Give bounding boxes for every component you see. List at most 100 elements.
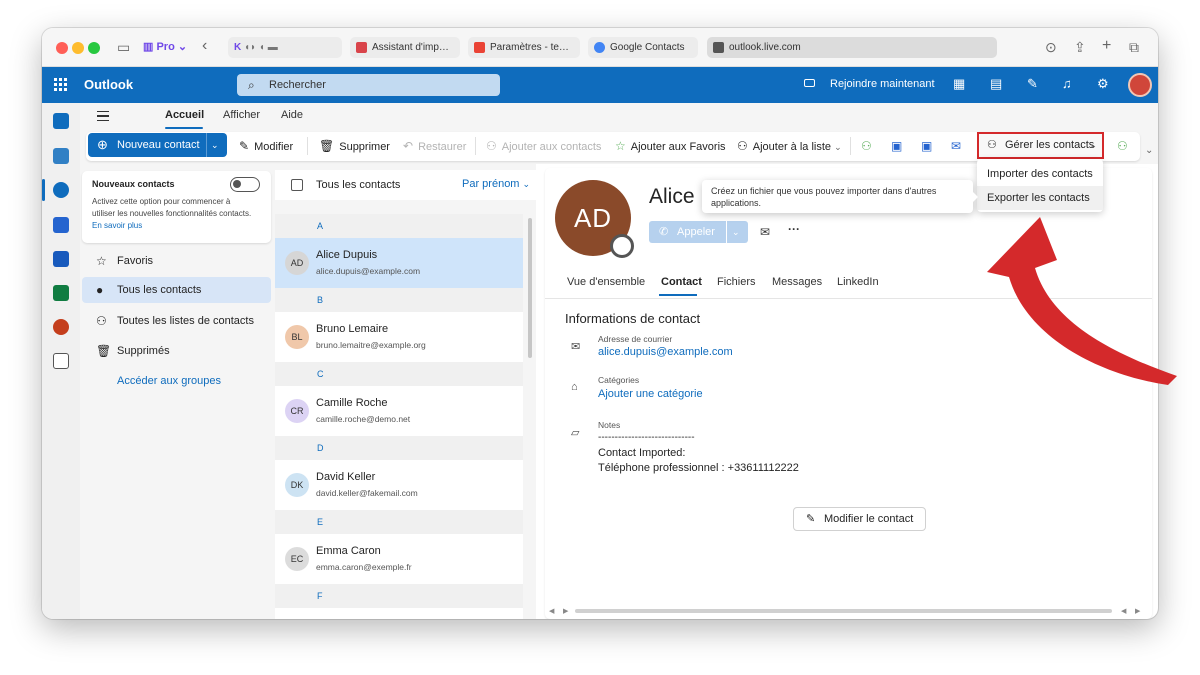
select-all-checkbox[interactable]: [291, 179, 303, 191]
excel-app-icon[interactable]: [53, 285, 69, 301]
groups-link[interactable]: Accéder aux groupes: [117, 375, 221, 387]
scroll-right-icon[interactable]: ▶: [563, 607, 568, 615]
edit-contact-button[interactable]: ✎ Modifier le contact: [793, 507, 926, 531]
add-to-contacts-button[interactable]: ⚇ Ajouter aux contacts: [486, 139, 601, 154]
join-meeting-button[interactable]: Rejoindre maintenant: [830, 78, 935, 90]
list-scrollbar[interactable]: [528, 218, 532, 358]
more-apps-icon[interactable]: [53, 353, 69, 369]
letter-header: D: [275, 436, 523, 460]
contact-row[interactable]: DK David Keller david.keller@fakemail.co…: [275, 460, 523, 510]
share-icon[interactable]: ⇪: [1074, 40, 1086, 54]
contact-row[interactable]: BL Bruno Lemaire bruno.lemaitre@example.…: [275, 312, 523, 362]
more-options-icon[interactable]: ···: [788, 222, 800, 236]
chevron-down-icon[interactable]: ⌄: [732, 221, 740, 243]
tab-files[interactable]: Fichiers: [717, 276, 756, 288]
new-contacts-toggle[interactable]: [230, 177, 260, 192]
tab-afficher[interactable]: Afficher: [223, 109, 260, 121]
app-launcher-icon[interactable]: [54, 78, 67, 91]
letter-header: C: [275, 362, 523, 386]
contact-row[interactable]: EC Emma Caron emma.caron@exemple.fr: [275, 534, 523, 584]
add-category-link[interactable]: Ajouter une catégorie: [598, 388, 703, 400]
user-avatar[interactable]: [1128, 73, 1152, 97]
people-action-icon[interactable]: ⚇: [1117, 139, 1128, 153]
divider: [850, 137, 851, 155]
tab-accueil[interactable]: Accueil: [165, 109, 204, 121]
contact-name: Alice Dupuis: [316, 249, 378, 261]
contact-action-icon[interactable]: ⚇: [861, 139, 872, 153]
feedback-icon[interactable]: ✎: [1027, 77, 1038, 91]
calendar-app-icon[interactable]: [53, 148, 69, 164]
scroll-left-icon[interactable]: ◀: [1121, 607, 1126, 615]
card-description: Activez cette option pour commencer à ut…: [92, 197, 252, 230]
menu-item-export[interactable]: Exporter les contacts: [977, 186, 1103, 210]
search-input[interactable]: ⌕ Rechercher: [237, 74, 500, 96]
menu-icon[interactable]: [97, 111, 109, 121]
chevron-down-icon[interactable]: ⌄: [211, 133, 219, 157]
sort-dropdown[interactable]: Par prénom ⌄: [462, 178, 530, 190]
tab-overview-icon[interactable]: ⧉: [1129, 40, 1139, 54]
contact-row[interactable]: CR Camille Roche camille.roche@demo.net: [275, 386, 523, 436]
word-app-icon[interactable]: [53, 251, 69, 267]
scroll-right-icon[interactable]: ▶: [1135, 607, 1140, 615]
tab-pinned[interactable]: K ◖◗ ◖ ▬: [228, 37, 342, 58]
tab-messages[interactable]: Messages: [772, 276, 822, 288]
learn-more-link[interactable]: En savoir plus: [92, 221, 142, 230]
manage-contacts-button[interactable]: ⚇ Gérer les contacts ⌄: [977, 132, 1104, 159]
ribbon-expand-icon[interactable]: ⌄: [1145, 144, 1153, 158]
mail-icon[interactable]: ✉: [760, 225, 770, 239]
notification-icon[interactable]: ♫: [1062, 77, 1072, 91]
close-window-button[interactable]: [56, 42, 68, 54]
add-to-list-button[interactable]: ⚇ Ajouter à la liste ⌄: [737, 139, 842, 154]
maximize-window-button[interactable]: [88, 42, 100, 54]
minimize-window-button[interactable]: [72, 42, 84, 54]
contact-email: emma.caron@exemple.fr: [316, 562, 412, 572]
tab-contact[interactable]: Contact: [661, 276, 702, 288]
sidebar-toggle-icon[interactable]: ▭: [117, 40, 130, 54]
new-tab-icon[interactable]: +: [1102, 38, 1111, 54]
tab-google-contacts[interactable]: Google Contacts: [588, 37, 698, 58]
todo-app-icon[interactable]: [53, 217, 69, 233]
list-title: Tous les contacts: [316, 179, 401, 191]
mail-app-icon[interactable]: [53, 113, 69, 129]
edit-button[interactable]: ✎ Modifier: [239, 139, 293, 154]
email-link[interactable]: alice.dupuis@example.com: [598, 346, 733, 358]
manage-contacts-menu: Importer des contacts Exporter les conta…: [977, 159, 1103, 212]
contact-card-icon[interactable]: ▣: [891, 139, 902, 153]
tab-linkedin[interactable]: LinkedIn: [837, 276, 879, 288]
call-button[interactable]: ✆ Appeler ⌄: [649, 221, 748, 243]
tab-parametres[interactable]: Paramètres - te…: [468, 37, 580, 58]
section-title: Informations de contact: [565, 311, 701, 326]
powerpoint-app-icon[interactable]: [53, 319, 69, 335]
tab-outlook[interactable]: outlook.live.com: [707, 37, 997, 58]
new-contact-button[interactable]: ⊕ Nouveau contact ⌄: [88, 133, 227, 157]
delete-button[interactable]: 🗑 Supprimer: [319, 139, 390, 154]
horizontal-scrollbar[interactable]: [575, 609, 1112, 613]
menu-item-import[interactable]: Importer des contacts: [977, 162, 1103, 186]
manage-people-icon: ⚇: [987, 139, 997, 151]
tab-overview[interactable]: Vue d'ensemble: [567, 276, 645, 288]
nav-item-supprimes[interactable]: 🗑 Supprimés: [82, 338, 271, 364]
contact-row[interactable]: [275, 608, 523, 619]
add-to-favorites-button[interactable]: ☆ Ajouter aux Favoris: [615, 139, 726, 154]
nav-item-favoris[interactable]: ☆ Favoris: [82, 248, 271, 274]
profile-pro-badge[interactable]: ▥ Pro ⌄: [143, 40, 187, 53]
office-icon[interactable]: ▤: [990, 77, 1002, 91]
contact-mail-icon[interactable]: ✉: [951, 139, 961, 153]
tab-aide[interactable]: Aide: [281, 109, 303, 121]
download-icon[interactable]: ⊙: [1045, 40, 1057, 54]
nav-item-listes[interactable]: ⚇ Toutes les listes de contacts: [82, 308, 271, 334]
restore-button[interactable]: ↶ Restaurer: [403, 139, 466, 154]
scroll-left-icon[interactable]: ◀: [549, 607, 554, 615]
app-name: Outlook: [84, 77, 134, 92]
teams-icon[interactable]: ▦: [953, 77, 965, 91]
trash-icon: 🗑: [96, 344, 112, 358]
settings-icon[interactable]: ⚙: [1097, 77, 1109, 91]
people-app-icon[interactable]: [53, 182, 69, 198]
contact-row[interactable]: AD Alice Dupuis alice.dupuis@example.com: [275, 238, 523, 288]
app-rail: [42, 103, 80, 619]
contact-sync-icon[interactable]: ▣: [921, 139, 932, 153]
nav-item-tous-les-contacts[interactable]: ● Tous les contacts: [82, 277, 271, 303]
split-divider: [726, 221, 727, 243]
back-icon[interactable]: ‹: [202, 38, 207, 54]
tab-assistant[interactable]: Assistant d'imp…: [350, 37, 460, 58]
